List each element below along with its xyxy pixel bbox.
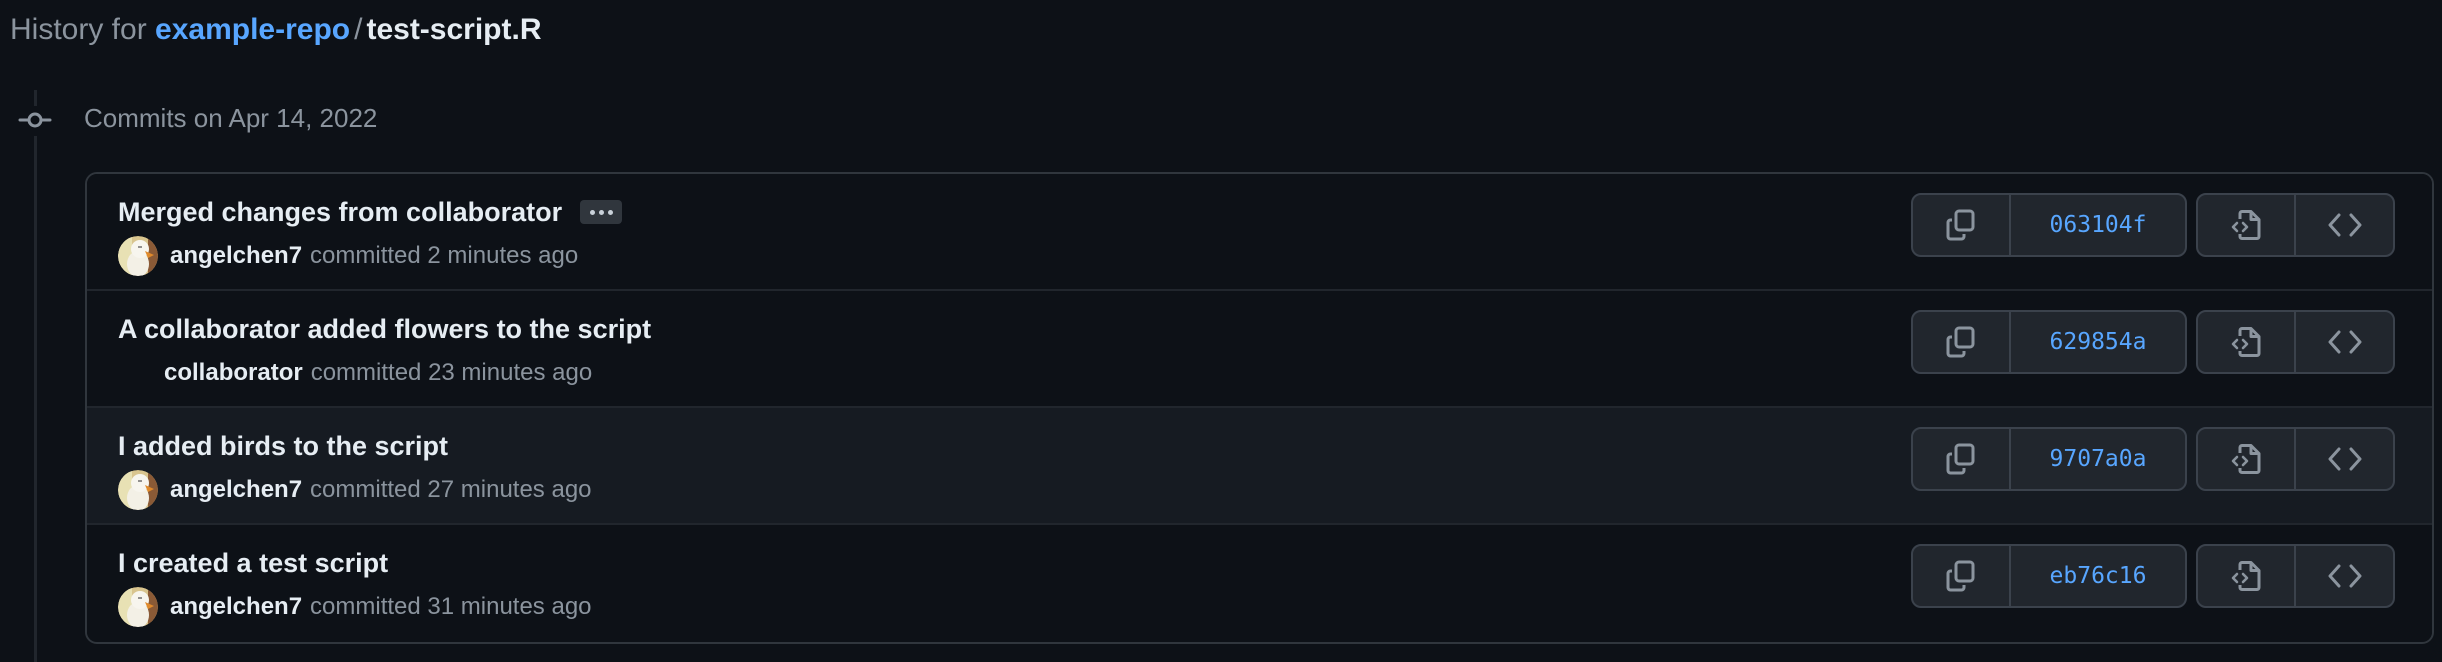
copy-sha-button[interactable] [1913, 429, 2009, 489]
view-file-at-commit-button[interactable] [2198, 312, 2294, 372]
commit-history-page: History for example-repo / test-script.R C… [0, 0, 2442, 662]
duck-avatar-icon [118, 470, 158, 510]
commit-author-link[interactable]: angelchen7 [170, 236, 302, 276]
view-file-at-commit-button[interactable] [2198, 195, 2294, 255]
commit-list: Merged changes from collaborator angelch… [85, 172, 2434, 644]
view-file-at-commit-button[interactable] [2198, 546, 2294, 606]
view-file-at-commit-button[interactable] [2198, 429, 2294, 489]
commit-title-line: I created a test script [118, 545, 388, 581]
repo-link[interactable]: example-repo [155, 13, 350, 46]
commit-sha-link[interactable]: eb76c16 [2009, 546, 2185, 606]
commit-timestamp: committed 31 minutes ago [310, 593, 592, 620]
browse-button-group [2196, 427, 2395, 491]
browse-button-group [2196, 544, 2395, 608]
avatar[interactable] [118, 236, 158, 276]
dot [607, 209, 613, 215]
git-commit-icon [18, 112, 52, 128]
expand-description-button[interactable] [580, 200, 623, 224]
dot [598, 209, 604, 215]
code-icon [2328, 213, 2361, 237]
copy-icon [1946, 326, 1975, 358]
browse-repo-at-commit-button[interactable] [2294, 429, 2393, 489]
commit-meta: collaborator committed 23 minutes ago [118, 353, 592, 393]
avatar[interactable] [118, 470, 158, 510]
commit-meta: angelchen7 committed 31 minutes ago [118, 587, 592, 627]
duck-avatar-icon [118, 236, 158, 276]
sha-button-group: 063104f [1911, 193, 2187, 257]
browse-button-group [2196, 193, 2395, 257]
copy-icon [1946, 443, 1975, 475]
commit-row: I added birds to the script angelchen7 c… [87, 408, 2432, 525]
file-code-icon [2231, 561, 2261, 591]
copy-sha-button[interactable] [1913, 312, 2009, 372]
browse-repo-at-commit-button[interactable] [2294, 546, 2393, 606]
commit-sha-link[interactable]: 9707a0a [2009, 429, 2185, 489]
file-name: test-script.R [366, 13, 542, 46]
timeline-line [34, 90, 37, 662]
copy-icon [1946, 560, 1975, 592]
commit-meta: angelchen7 committed 27 minutes ago [118, 470, 592, 510]
commit-row: A collaborator added flowers to the scri… [87, 291, 2432, 408]
file-code-icon [2231, 327, 2261, 357]
file-code-icon [2231, 444, 2261, 474]
sha-button-group: eb76c16 [1911, 544, 2187, 608]
commit-message-link[interactable]: A collaborator added flowers to the scri… [118, 311, 651, 347]
file-code-icon [2231, 210, 2261, 240]
code-icon [2328, 564, 2361, 588]
commit-timestamp: committed 23 minutes ago [310, 359, 593, 386]
commit-title-line: Merged changes from collaborator [118, 194, 623, 230]
sha-button-group: 9707a0a [1911, 427, 2187, 491]
commit-meta: angelchen7 committed 2 minutes ago [118, 236, 578, 276]
copy-icon [1946, 209, 1975, 241]
commit-title-line: A collaborator added flowers to the scri… [118, 311, 651, 347]
commit-timestamp: committed 27 minutes ago [310, 476, 592, 503]
commit-author-link[interactable]: angelchen7 [170, 587, 302, 627]
commit-message-link[interactable]: I added birds to the script [118, 428, 448, 464]
commit-title-line: I added birds to the script [118, 428, 448, 464]
commit-timestamp: committed 2 minutes ago [310, 242, 579, 269]
copy-sha-button[interactable] [1913, 195, 2009, 255]
browse-repo-at-commit-button[interactable] [2294, 195, 2393, 255]
title-prefix: History for [10, 13, 147, 46]
code-icon [2328, 447, 2361, 471]
commit-sha-link[interactable]: 063104f [2009, 195, 2185, 255]
avatar[interactable] [118, 587, 158, 627]
commit-row: I created a test script angelchen7 commi… [87, 525, 2432, 640]
page-title: History for example-repo / test-script.R [10, 10, 542, 50]
sha-button-group: 629854a [1911, 310, 2187, 374]
copy-sha-button[interactable] [1913, 546, 2009, 606]
commit-message-link[interactable]: Merged changes from collaborator [118, 194, 562, 230]
path-separator: / [354, 13, 363, 46]
commit-author-link[interactable]: collaborator [164, 353, 303, 393]
commit-row: Merged changes from collaborator angelch… [87, 174, 2432, 291]
duck-avatar-icon [118, 587, 158, 627]
kebab-horizontal-icon [589, 209, 595, 215]
browse-button-group [2196, 310, 2395, 374]
commits-date-heading: Commits on Apr 14, 2022 [84, 103, 378, 133]
code-icon [2328, 330, 2361, 354]
commit-author-link[interactable]: angelchen7 [170, 470, 302, 510]
browse-repo-at-commit-button[interactable] [2294, 312, 2393, 372]
commit-message-link[interactable]: I created a test script [118, 545, 388, 581]
commit-sha-link[interactable]: 629854a [2009, 312, 2185, 372]
